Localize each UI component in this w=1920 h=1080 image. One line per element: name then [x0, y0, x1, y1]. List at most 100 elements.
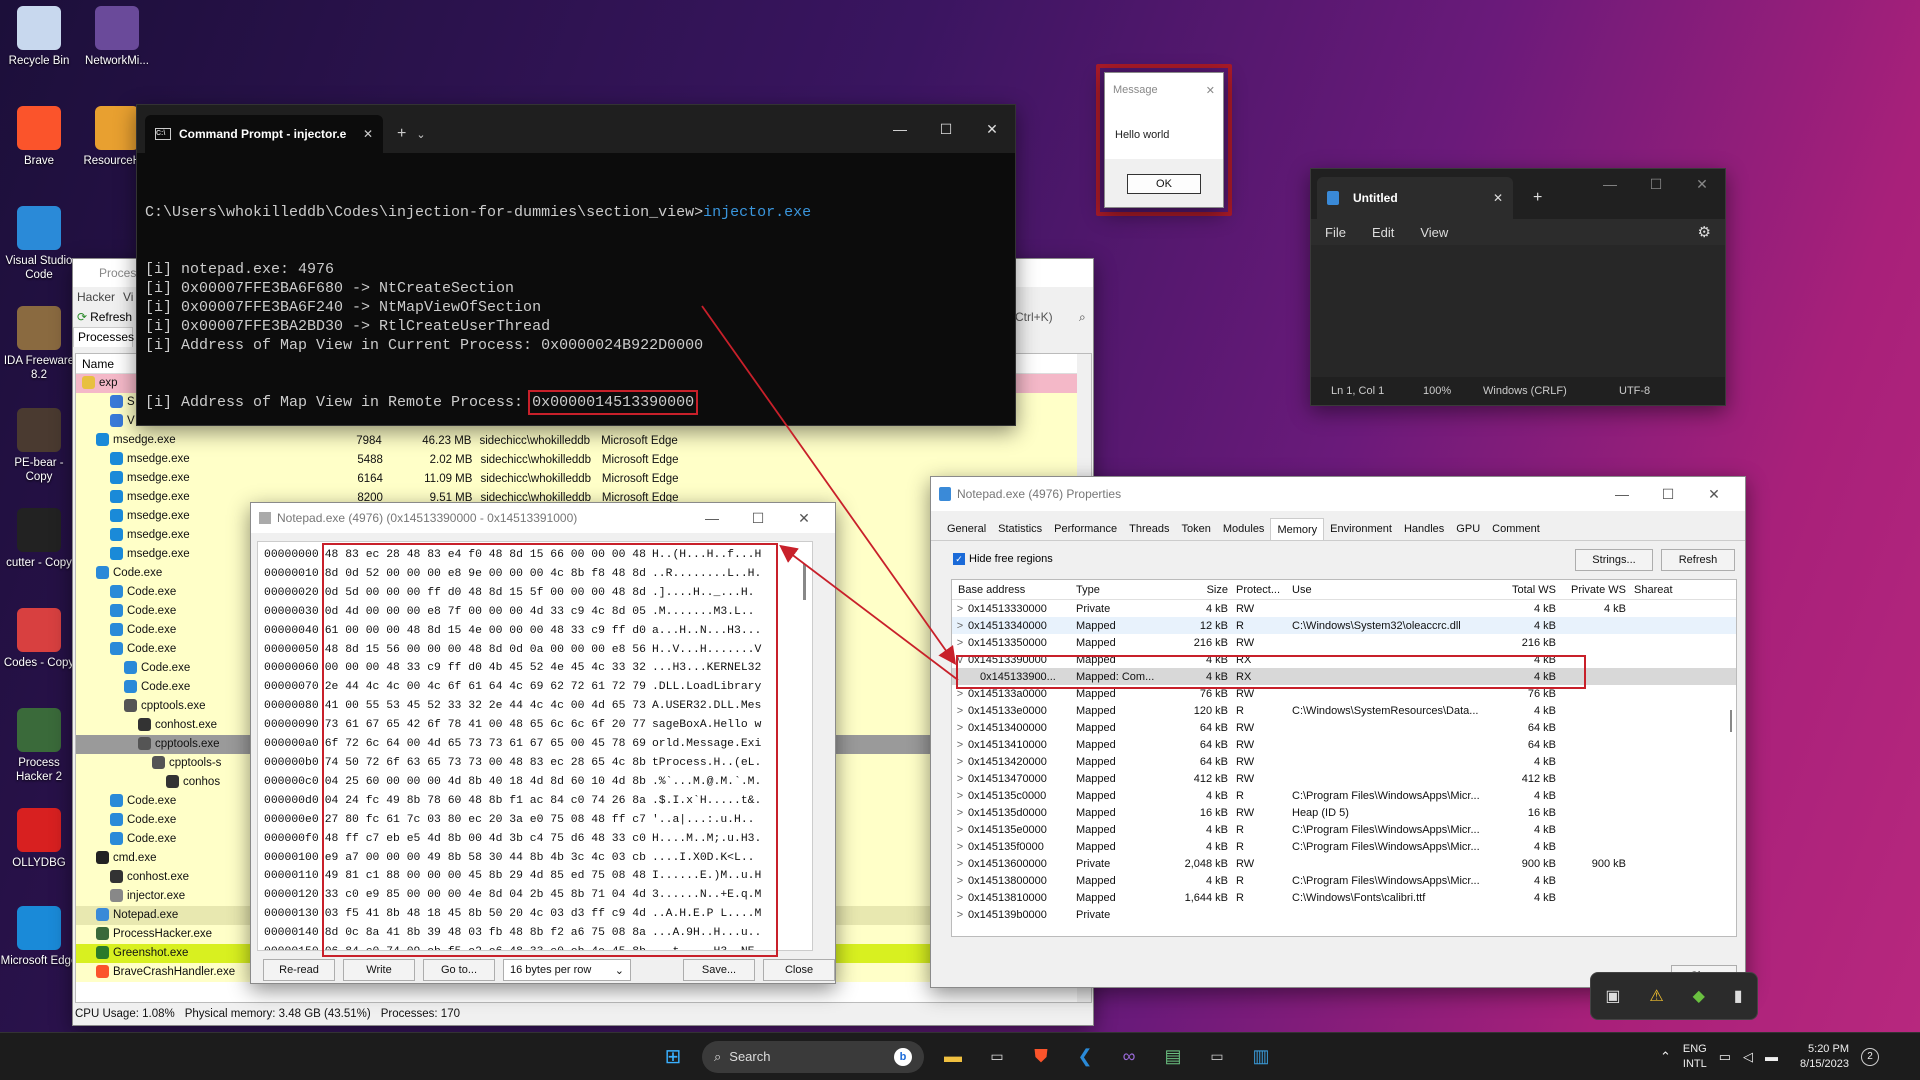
battery-icon[interactable]: ▬: [1765, 1049, 1778, 1064]
desktop-icon-process-hacker[interactable]: Process Hacker 2: [0, 708, 78, 784]
search-box[interactable]: ⌕ Search b: [702, 1040, 924, 1073]
cmd-icon[interactable]: ▭: [1202, 1042, 1232, 1072]
terminal-icon[interactable]: ▭: [982, 1042, 1012, 1072]
memory-row[interactable]: >0x145135e0000 Mapped 4 kB R C:\Program File…: [952, 821, 1736, 838]
menu-file[interactable]: File: [1325, 225, 1346, 240]
memory-row[interactable]: >0x145135d0000 Mapped 16 kB RW Heap (ID 5) 16…: [952, 804, 1736, 821]
expand-toggle[interactable]: >: [952, 807, 968, 819]
tab-strip[interactable]: General Statistics Performance Threads Token…: [931, 511, 1745, 541]
new-tab-icon[interactable]: +: [397, 125, 406, 143]
notepad-window[interactable]: Untitled ✕ + — ☐ ✕ File Edit View ⚙ Ln 1…: [1310, 168, 1726, 406]
properties-window[interactable]: Notepad.exe (4976) Properties — ☐ ✕ Gene…: [930, 476, 1746, 988]
tab-memory[interactable]: Memory: [1270, 518, 1325, 540]
tab-gpu[interactable]: GPU: [1450, 518, 1486, 540]
security-tray-icon[interactable]: ⚠: [1649, 986, 1663, 1006]
hex-view[interactable]: 00000000 48 83 ec 28 48 83 e4 f0 48 8d 15…: [257, 541, 813, 951]
expand-toggle[interactable]: >: [952, 722, 968, 734]
memory-row[interactable]: >0x14513470000 Mapped 412 kB RW 412 kB: [952, 770, 1736, 787]
memory-table[interactable]: Base address Type Size Protect... Use Total W…: [951, 579, 1737, 937]
desktop-icon-network-miner[interactable]: NetworkMi...: [78, 6, 156, 68]
column-header[interactable]: Size: [1164, 584, 1232, 596]
tab-threads[interactable]: Threads: [1123, 518, 1175, 540]
close-icon[interactable]: ✕: [969, 114, 1015, 144]
maximize-icon[interactable]: ☐: [735, 503, 781, 533]
memory-row[interactable]: 0x145133900... Mapped: Com... 4 kB RX 4 kB: [952, 668, 1736, 685]
expand-toggle[interactable]: >: [952, 739, 968, 751]
console-output[interactable]: C:\Users\whokilleddb\Codes\injection-for…: [137, 153, 1015, 425]
menu-view[interactable]: View: [1420, 225, 1448, 240]
reread-button[interactable]: Re-read: [263, 959, 335, 981]
expand-toggle[interactable]: v: [952, 654, 968, 666]
tab-comment[interactable]: Comment: [1486, 518, 1546, 540]
search-icon[interactable]: ⌕: [1079, 310, 1086, 325]
memory-row[interactable]: v 0x14513390000 Mapped 4 kB RX 4 kB: [952, 651, 1736, 668]
desktop-icon-brave[interactable]: Brave: [0, 106, 78, 168]
expand-toggle[interactable]: >: [952, 909, 968, 921]
tab-dropdown-icon[interactable]: ⌄: [416, 128, 425, 141]
menu-hacker[interactable]: Hacker: [77, 290, 115, 304]
expand-toggle[interactable]: >: [952, 841, 968, 853]
column-header[interactable]: Private WS: [1560, 584, 1630, 596]
memory-row[interactable]: >0x14513350000 Mapped 216 kB RW 216 kB: [952, 634, 1736, 651]
memory-row[interactable]: >0x145139b0000 Private: [952, 906, 1736, 923]
taskbar[interactable]: ⊞ ⌕ Search b ▬ ▭ ⛊ ❮ ∞ ▤ ▭ ▥ ⌃ ENG INTL …: [0, 1032, 1920, 1080]
memory-row[interactable]: >0x145135f0000 Mapped 4 kB R C:\Program File…: [952, 838, 1736, 855]
minimize-icon[interactable]: —: [1587, 169, 1633, 199]
tray-overflow-popup[interactable]: ▣ ⚠ ◆ ▮: [1590, 972, 1758, 1020]
write-button[interactable]: Write: [343, 959, 415, 981]
bytes-per-row-select[interactable]: 16 bytes per row ⌄: [503, 959, 631, 981]
expand-toggle[interactable]: >: [952, 892, 968, 904]
memory-row[interactable]: >0x14513810000 Mapped 1,644 kB R C:\Windows\…: [952, 889, 1736, 906]
ok-button[interactable]: OK: [1127, 174, 1201, 194]
close-icon[interactable]: ✕: [781, 503, 827, 533]
file-explorer-icon[interactable]: ▬: [938, 1042, 968, 1072]
settings-gear-icon[interactable]: ⚙: [1698, 223, 1711, 241]
close-icon[interactable]: ✕: [1206, 84, 1215, 97]
new-tab-icon[interactable]: +: [1533, 189, 1542, 207]
memory-row[interactable]: >0x14513410000 Mapped 64 kB RW 64 kB: [952, 736, 1736, 753]
lang-code[interactable]: ENG: [1683, 1042, 1707, 1057]
maximize-icon[interactable]: ☐: [923, 114, 969, 144]
vertical-scrollbar[interactable]: [803, 564, 806, 600]
desktop-icon-vscode[interactable]: Visual Studio Code: [0, 206, 78, 282]
memory-row[interactable]: >0x14513800000 Mapped 4 kB R C:\Program File…: [952, 872, 1736, 889]
expand-toggle[interactable]: >: [952, 875, 968, 887]
desktop-icon-edge[interactable]: Microsoft Edge: [0, 906, 78, 968]
menu-view[interactable]: Vi: [123, 290, 133, 304]
expand-toggle[interactable]: >: [952, 858, 968, 870]
message-box[interactable]: Message ✕ Hello world OK: [1104, 72, 1224, 208]
column-header[interactable]: Protect...: [1232, 584, 1288, 596]
close-icon[interactable]: ✕: [1691, 479, 1737, 509]
desktop-icon-ollydbg[interactable]: OLLYDBG: [0, 808, 78, 870]
desktop-icon-codes-folder[interactable]: Codes - Copy: [0, 608, 78, 670]
column-header[interactable]: Type: [1072, 584, 1164, 596]
memory-row[interactable]: >0x145133e0000 Mapped 120 kB R C:\Windows\Sy…: [952, 702, 1736, 719]
hide-free-checkbox[interactable]: ✓: [953, 553, 965, 565]
close-tab-icon[interactable]: ✕: [363, 127, 373, 141]
hex-editor-window[interactable]: Notepad.exe (4976) (0x14513390000 - 0x14…: [250, 502, 836, 984]
memory-row[interactable]: >0x145135c0000 Mapped 4 kB R C:\Program File…: [952, 787, 1736, 804]
memory-row[interactable]: >0x14513340000 Mapped 12 kB R C:\Windows\Sys…: [952, 617, 1736, 634]
nvidia-tray-icon[interactable]: ◆: [1693, 986, 1705, 1006]
maximize-icon[interactable]: ☐: [1645, 479, 1691, 509]
expand-toggle[interactable]: >: [952, 756, 968, 768]
close-tab-icon[interactable]: ✕: [1493, 191, 1503, 205]
expand-toggle[interactable]: >: [952, 790, 968, 802]
cmd-tab[interactable]: C:\ Command Prompt - injector.e ✕: [145, 115, 383, 153]
memory-row[interactable]: >0x14513400000 Mapped 64 kB RW 64 kB: [952, 719, 1736, 736]
greenshot-tray-icon[interactable]: ▣: [1605, 986, 1620, 1006]
command-prompt-window[interactable]: C:\ Command Prompt - injector.e ✕ + ⌄ — …: [136, 104, 1016, 426]
save-button[interactable]: Save...: [683, 959, 755, 981]
process-hacker-icon[interactable]: ▤: [1158, 1042, 1188, 1072]
tab-statistics[interactable]: Statistics: [992, 518, 1048, 540]
expand-toggle[interactable]: >: [952, 773, 968, 785]
expand-toggle[interactable]: >: [952, 705, 968, 717]
expand-toggle[interactable]: >: [952, 824, 968, 836]
tab-environment[interactable]: Environment: [1324, 518, 1398, 540]
expand-toggle[interactable]: >: [952, 603, 968, 615]
refresh-button[interactable]: Refresh: [90, 310, 132, 324]
minimize-icon[interactable]: —: [877, 114, 923, 144]
desktop-icon-pe-bear[interactable]: PE-bear - Copy: [0, 408, 78, 484]
notepad-tab[interactable]: Untitled ✕: [1317, 177, 1513, 219]
clock-date[interactable]: 8/15/2023: [1800, 1057, 1849, 1072]
